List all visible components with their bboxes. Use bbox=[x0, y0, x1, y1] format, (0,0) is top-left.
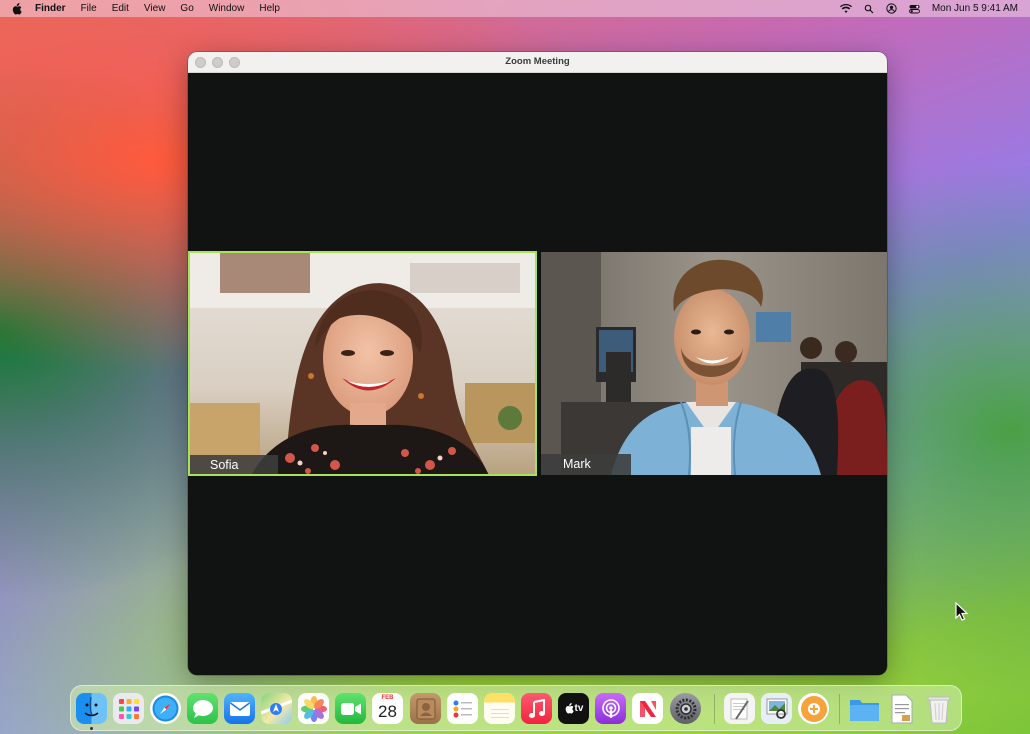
music-icon[interactable] bbox=[521, 693, 552, 724]
finder-icon[interactable] bbox=[76, 693, 107, 724]
document-icon[interactable] bbox=[886, 693, 917, 724]
menu-help[interactable]: Help bbox=[259, 3, 280, 14]
control-center-icon[interactable] bbox=[908, 4, 920, 14]
calendar-icon[interactable]: FEB 28 bbox=[372, 693, 403, 724]
notes-icon[interactable] bbox=[484, 693, 515, 724]
contacts-icon[interactable] bbox=[410, 693, 441, 724]
window-title: Zoom Meeting bbox=[505, 56, 570, 67]
launchpad-icon[interactable] bbox=[113, 693, 144, 724]
zoom-meeting-window: Zoom Meeting Sofia Mark bbox=[188, 52, 887, 675]
reminders-icon[interactable] bbox=[447, 693, 478, 724]
window-titlebar[interactable]: Zoom Meeting bbox=[188, 52, 887, 73]
news-icon[interactable] bbox=[632, 693, 663, 724]
mail-icon[interactable] bbox=[224, 693, 255, 724]
dock: FEB 28 tv bbox=[70, 685, 962, 731]
menubar-clock[interactable]: Mon Jun 5 9:41 AM bbox=[932, 3, 1018, 14]
system-settings-icon[interactable] bbox=[670, 693, 701, 724]
app-icon[interactable] bbox=[798, 693, 829, 724]
participant-video-mark[interactable]: Mark bbox=[541, 252, 887, 475]
menu-file[interactable]: File bbox=[81, 3, 97, 14]
calendar-month: FEB bbox=[381, 695, 394, 701]
folder-icon[interactable] bbox=[849, 693, 880, 724]
menu-go[interactable]: Go bbox=[180, 3, 193, 14]
menu-view[interactable]: View bbox=[144, 3, 166, 14]
preview-icon[interactable] bbox=[761, 693, 792, 724]
spotlight-search-icon[interactable] bbox=[864, 4, 874, 14]
dock-separator bbox=[714, 694, 715, 724]
sofia-video-image bbox=[190, 253, 535, 474]
podcasts-icon[interactable] bbox=[595, 693, 626, 724]
menu-edit[interactable]: Edit bbox=[112, 3, 129, 14]
menu-window[interactable]: Window bbox=[209, 3, 245, 14]
user-account-icon[interactable] bbox=[886, 3, 897, 14]
maps-icon[interactable] bbox=[261, 693, 292, 724]
menu-bar: Finder File Edit View Go Window Help Mon… bbox=[0, 0, 1030, 17]
photos-icon[interactable] bbox=[298, 693, 329, 724]
trash-icon[interactable] bbox=[923, 693, 954, 724]
textedit-icon[interactable] bbox=[724, 693, 755, 724]
mouse-cursor-icon bbox=[955, 601, 969, 627]
participant-name-label: Sofia bbox=[190, 455, 278, 474]
menu-app-name[interactable]: Finder bbox=[35, 3, 66, 14]
messages-icon[interactable] bbox=[187, 693, 218, 724]
apple-menu-icon[interactable] bbox=[11, 2, 25, 15]
appletv-icon[interactable]: tv bbox=[558, 693, 589, 724]
finder-running-indicator bbox=[90, 727, 93, 730]
appletv-label: tv bbox=[574, 703, 584, 714]
facetime-icon[interactable] bbox=[335, 693, 366, 724]
dock-separator bbox=[839, 694, 840, 724]
mark-video-image bbox=[541, 252, 887, 475]
wifi-icon[interactable] bbox=[839, 3, 852, 14]
participant-video-sofia[interactable]: Sofia bbox=[188, 251, 537, 476]
calendar-day: 28 bbox=[378, 702, 397, 721]
safari-icon[interactable] bbox=[150, 693, 181, 724]
participant-name-label: Mark bbox=[541, 454, 631, 475]
